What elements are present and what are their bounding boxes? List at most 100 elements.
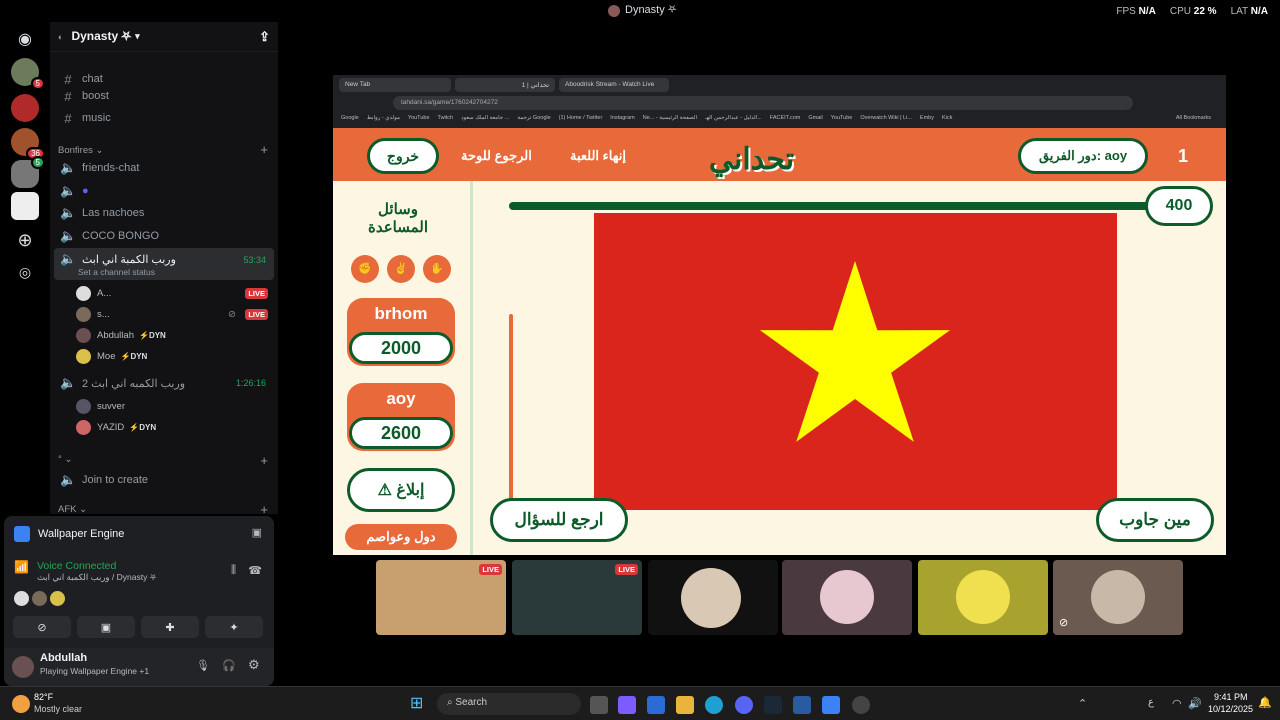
channel-friends-chat[interactable]: 🔈 friends-chat — [54, 157, 274, 179]
store-icon[interactable] — [647, 696, 665, 714]
bookmark-item[interactable]: Google — [341, 115, 359, 121]
browser-tab[interactable]: Aboodrisk Stream - Watch Live — [559, 78, 669, 92]
channel-active-voice[interactable]: 🔈 وربب الكمبة اني ابث Set a channel statu… — [54, 248, 274, 280]
guild-header[interactable]: ◐ Dynasty ⛧ ▾ ⇪ — [50, 22, 278, 52]
add-channel-icon[interactable]: + — [260, 502, 268, 517]
channel-coco-bongo[interactable]: 🔈 COCO BONGO — [54, 225, 274, 247]
bookmark-item[interactable]: مولدي - روابط — [367, 115, 400, 121]
stream-thumb[interactable] — [918, 560, 1048, 635]
category-bonfires[interactable]: Bonfires ⌄ — [58, 145, 103, 156]
screen-share-icon[interactable]: ▣ — [252, 526, 262, 539]
bookmark-item[interactable]: FACEIT.com — [770, 115, 801, 121]
back-to-question-button[interactable]: ارجع للسؤال — [490, 498, 628, 542]
add-channel-icon[interactable]: + — [260, 453, 268, 468]
server-icon-dynasty[interactable]: 5 — [11, 156, 45, 188]
bookmark-item[interactable]: Gmail — [808, 115, 822, 121]
channel-boost[interactable]: # boost — [54, 85, 274, 107]
server-icon[interactable] — [11, 94, 39, 122]
category-unnamed[interactable]: ° ⌄ — [58, 454, 72, 465]
discord-home-icon[interactable]: ◉ — [11, 26, 39, 54]
bookmark-item[interactable]: Kick — [942, 115, 952, 121]
stream-thumb[interactable] — [648, 560, 778, 635]
report-button[interactable]: ⚠ إبلاغ — [347, 468, 455, 512]
stream-thumb[interactable]: ⊘ — [1053, 560, 1183, 635]
all-bookmarks[interactable]: All Bookmarks — [1176, 115, 1211, 121]
set-status-link[interactable]: Set a channel status — [78, 267, 155, 277]
start-icon[interactable]: ⊞ — [410, 693, 428, 712]
address-bar[interactable]: tahdani.sa/game/1760242704272 — [393, 96, 1133, 110]
add-channel-icon[interactable]: + — [260, 142, 268, 157]
browser-tab[interactable]: New Tab — [339, 78, 451, 92]
invite-icon[interactable]: ⇪ — [259, 29, 270, 45]
notification-icon[interactable]: 🔔 — [1258, 696, 1272, 709]
bookmark-item[interactable]: ترجمة Google — [517, 115, 550, 121]
wallpaper-engine-icon[interactable] — [822, 696, 840, 714]
chevron-up-icon[interactable]: ⌃ — [1078, 697, 1087, 710]
voice-user[interactable]: suvver — [76, 396, 272, 416]
app-icon[interactable] — [793, 696, 811, 714]
copilot-icon[interactable] — [618, 696, 636, 714]
bookmark-item[interactable]: Ne... - الصفحة الرئيسية — [643, 115, 697, 121]
camera-button[interactable]: ⊘ — [13, 616, 71, 638]
server-icon[interactable]: 36 — [11, 128, 45, 160]
settings-icon[interactable] — [852, 696, 870, 714]
stream-thumb[interactable] — [782, 560, 912, 635]
volume-icon[interactable]: 🔊 — [1188, 697, 1202, 710]
bookmark-item[interactable]: Overwatch Wiki | Li... — [860, 115, 912, 121]
noise-icon[interactable]: ⫼ — [231, 564, 236, 577]
voice-user[interactable]: YAZID ⚡DYN — [76, 417, 272, 437]
category-afk[interactable]: AFK ⌄ — [58, 504, 87, 515]
bookmark-item[interactable]: Emby — [920, 115, 934, 121]
channel-voice-2[interactable]: 🔈 وربب الكمبه اني ابث 2 1:26:16 — [54, 372, 274, 394]
stream-viewer[interactable]: New Tab تحداني | 1 Aboodrisk Stream - Wa… — [333, 75, 1226, 555]
voice-user[interactable]: A... LIVE — [76, 283, 272, 303]
voice-user[interactable]: Moe ⚡DYN — [76, 346, 272, 366]
bookmark-item[interactable]: YouTube — [408, 115, 430, 121]
steam-icon[interactable] — [764, 696, 782, 714]
settings-gear-icon[interactable]: ⚙ — [248, 657, 260, 673]
server-icon[interactable] — [11, 192, 39, 220]
exit-button[interactable]: خروج — [367, 138, 439, 174]
end-game-button[interactable]: إنهاء اللعبة — [570, 148, 626, 164]
bookmark-item[interactable]: (1) Home / Twitter — [559, 115, 603, 121]
channel-las-nachoes[interactable]: 🔈 Las nachoes — [54, 202, 274, 224]
who-answered-button[interactable]: مين جاوب — [1096, 498, 1214, 542]
add-server-icon[interactable]: ⊕ — [11, 226, 39, 254]
browser-tab[interactable]: تحداني | 1 — [455, 78, 555, 92]
disconnect-icon[interactable]: ☎ — [248, 564, 262, 577]
search-box[interactable]: ⌕ Search — [437, 693, 581, 715]
bookmark-item[interactable]: Twitch — [438, 115, 454, 121]
bookmark-item[interactable]: Instagram — [610, 115, 634, 121]
bookmark-item[interactable]: الدليل - عبدالرحمن الهـ... — [705, 115, 762, 121]
folder-icon[interactable] — [676, 696, 694, 714]
voice-channel-link[interactable]: وربب الكمبة اني ابث / Dynasty ⛧ — [37, 572, 157, 583]
bookmark-item[interactable]: YouTube — [831, 115, 853, 121]
discord-icon[interactable] — [735, 696, 753, 714]
mic-icon[interactable]: 🎙 — [196, 659, 210, 672]
bookmark-item[interactable]: جامعة الملك سعود ... — [461, 115, 509, 121]
server-icon[interactable]: 5 — [11, 58, 45, 90]
channel-music[interactable]: # music — [54, 107, 274, 129]
explore-icon[interactable]: ◎ — [11, 258, 39, 286]
screen-share-button[interactable]: ▣ — [77, 616, 135, 638]
weather-icon[interactable] — [12, 695, 30, 713]
wifi-icon[interactable]: ◠ — [1172, 697, 1182, 710]
stream-thumb[interactable]: LIVE — [512, 560, 642, 635]
soundboard-button[interactable]: ✦ — [205, 616, 263, 638]
channel-unnamed[interactable]: 🔈 ● — [54, 180, 274, 202]
edge-icon[interactable] — [705, 696, 723, 714]
peace-icon[interactable]: ✌ — [387, 255, 415, 283]
fist-icon[interactable]: ✊ — [351, 255, 379, 283]
activity-row[interactable]: Wallpaper Engine — [14, 526, 124, 542]
hand-icon[interactable]: ✋ — [423, 255, 451, 283]
language-indicator[interactable]: ع — [1148, 697, 1154, 708]
voice-user[interactable]: Abdullah ⚡DYN — [76, 325, 272, 345]
avatar[interactable] — [12, 656, 34, 678]
channel-join-to-create[interactable]: 🔈 Join to create — [54, 469, 274, 491]
back-to-board-button[interactable]: الرجوع للوحة — [461, 148, 532, 164]
activity-button[interactable]: ✚ — [141, 616, 199, 638]
voice-user[interactable]: s... ⊘ LIVE — [76, 304, 272, 324]
stream-thumb[interactable]: LIVE — [376, 560, 506, 635]
headphones-icon[interactable]: 🎧 — [222, 659, 236, 672]
task-view-icon[interactable] — [590, 696, 608, 714]
